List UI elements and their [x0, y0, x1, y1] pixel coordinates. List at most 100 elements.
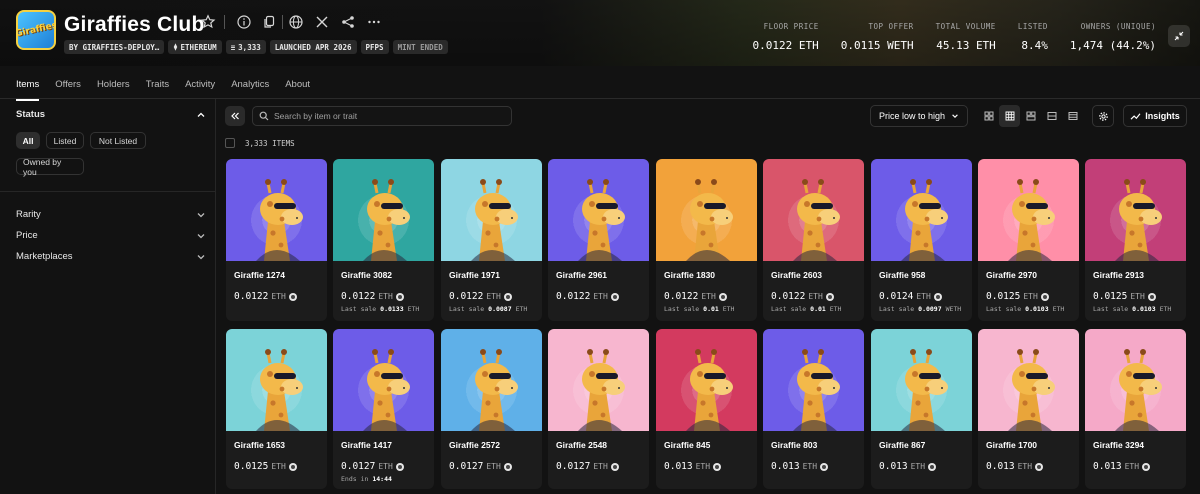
filter-rarity[interactable]: Rarity	[16, 209, 206, 220]
view-list-button[interactable]	[1041, 105, 1062, 127]
nft-image[interactable]	[978, 329, 1079, 431]
status-not-listed-pill[interactable]: Not Listed	[90, 132, 146, 149]
nft-image[interactable]	[978, 159, 1079, 261]
price-value: 0.0122	[341, 291, 376, 302]
status-all-pill[interactable]: All	[16, 132, 40, 149]
search-bar[interactable]	[252, 106, 512, 126]
nft-image[interactable]	[226, 159, 327, 261]
last-sale: Last sale 0.0103 ETH	[986, 305, 1064, 313]
status-owned-pill[interactable]: Owned by you	[16, 157, 84, 177]
search-input[interactable]	[274, 111, 494, 121]
nft-price: 0.0127 ETH	[556, 461, 619, 472]
nft-card[interactable]: Giraffie 1653 0.0125 ETH	[226, 329, 327, 489]
sub-value: 14:44	[372, 475, 392, 483]
nft-image[interactable]	[1085, 159, 1186, 261]
copy-icon[interactable]	[262, 14, 278, 30]
nft-image[interactable]	[656, 329, 757, 431]
nft-image[interactable]	[548, 329, 649, 431]
expand-button[interactable]	[1168, 25, 1190, 47]
filter-marketplaces[interactable]: Marketplaces	[16, 251, 206, 262]
nft-name: Giraffie 803	[771, 440, 818, 450]
nft-card[interactable]: Giraffie 1971 0.0122 ETH Last sale 0.0087 E…	[441, 159, 542, 321]
trend-icon	[1130, 112, 1141, 120]
nft-card[interactable]: Giraffie 867 0.013 ETH	[871, 329, 972, 489]
ethereum-icon: ⧫	[173, 43, 178, 51]
marketplace-icon	[610, 462, 619, 471]
share-icon[interactable]	[340, 14, 356, 30]
nft-name: Giraffie 3294	[1093, 440, 1145, 450]
select-all-checkbox[interactable]	[225, 138, 235, 148]
price-unit: ETH	[378, 292, 393, 301]
more-icon[interactable]	[366, 14, 382, 30]
nft-card[interactable]: Giraffie 3294 0.013 ETH	[1085, 329, 1186, 489]
nft-image[interactable]	[333, 159, 434, 261]
globe-icon[interactable]	[288, 14, 304, 30]
price-value: 0.0125	[234, 461, 269, 472]
nft-card[interactable]: Giraffie 1417 0.0127 ETH Ends in 14:44	[333, 329, 434, 489]
items-count-row: 3,333 ITEMS	[225, 138, 295, 148]
nft-card[interactable]: Giraffie 2913 0.0125 ETH Last sale 0.0103 E…	[1085, 159, 1186, 321]
view-grid-large-button[interactable]	[978, 105, 999, 127]
chevron-up-icon	[197, 112, 205, 117]
nft-price: 0.0122 ETH	[341, 291, 404, 302]
nft-card[interactable]: Giraffie 2603 0.0122 ETH Last sale 0.01 ETH	[763, 159, 864, 321]
price-unit: ETH	[910, 462, 926, 471]
nft-image[interactable]	[441, 329, 542, 431]
nft-name: Giraffie 958	[879, 270, 926, 280]
giraffie-illustration	[793, 349, 840, 431]
nft-card[interactable]: Giraffie 2961 0.0122 ETH	[548, 159, 649, 321]
status-listed-pill[interactable]: Listed	[46, 132, 84, 149]
stack-icon: ≡	[230, 42, 236, 52]
nft-price: 0.0122 ETH	[449, 291, 512, 302]
view-table-button[interactable]	[1062, 105, 1083, 127]
stat-total-volume: TOTAL VOLUME 45.13 ETH	[936, 22, 996, 52]
giraffie-illustration	[363, 349, 410, 431]
nft-image[interactable]	[871, 159, 972, 261]
nft-price: 0.0122 ETH	[664, 291, 727, 302]
auction-countdown: Ends in 14:44	[341, 475, 392, 483]
marketplace-icon	[820, 462, 829, 471]
info-icon[interactable]	[236, 14, 252, 30]
nft-card[interactable]: Giraffie 1274 0.0122 ETH	[226, 159, 327, 321]
stat-value: 1,474 (44.2%)	[1069, 39, 1156, 52]
sub-value: 0.0103	[1025, 305, 1049, 313]
nft-image[interactable]	[763, 329, 864, 431]
nft-card[interactable]: Giraffie 803 0.013 ETH	[763, 329, 864, 489]
giraffie-illustration	[578, 179, 625, 261]
nft-card[interactable]: Giraffie 2548 0.0127 ETH	[548, 329, 649, 489]
x-twitter-icon[interactable]	[314, 14, 330, 30]
nft-image[interactable]	[763, 159, 864, 261]
price-value: 0.0127	[341, 461, 376, 472]
filter-price[interactable]: Price	[16, 230, 206, 241]
nft-image[interactable]	[871, 329, 972, 431]
status-section-header[interactable]: Status	[16, 109, 206, 120]
view-grid-small-button[interactable]	[999, 105, 1020, 127]
nft-image[interactable]	[1085, 329, 1186, 431]
collection-chip[interactable]: BY GIRAFFIES-DEPLOY…	[64, 40, 165, 54]
settings-button[interactable]	[1092, 105, 1114, 127]
nft-image[interactable]	[226, 329, 327, 431]
sort-dropdown[interactable]: Price low to high	[870, 105, 968, 127]
giraffie-illustration	[363, 179, 410, 261]
price-value: 0.0127	[556, 461, 591, 472]
sidebar-divider	[0, 191, 216, 192]
nft-image[interactable]	[441, 159, 542, 261]
collapse-sidebar-button[interactable]	[225, 106, 245, 126]
nft-name: Giraffie 2961	[556, 270, 608, 280]
nft-card[interactable]: Giraffie 845 0.013 ETH	[656, 329, 757, 489]
sub-label: Last sale	[341, 305, 377, 313]
nft-image[interactable]	[656, 159, 757, 261]
status-label: Status	[16, 109, 46, 120]
nft-card[interactable]: Giraffie 958 0.0124 ETH Last sale 0.0097 WE…	[871, 159, 972, 321]
nft-image[interactable]	[548, 159, 649, 261]
nft-card[interactable]: Giraffie 2572 0.0127 ETH	[441, 329, 542, 489]
nft-card[interactable]: Giraffie 3082 0.0122 ETH Last sale 0.0133 E…	[333, 159, 434, 321]
price-value: 0.0122	[771, 291, 806, 302]
insights-button[interactable]: Insights	[1123, 105, 1187, 127]
star-icon[interactable]	[200, 14, 216, 30]
nft-image[interactable]	[333, 329, 434, 431]
view-grid-compact-button[interactable]	[1020, 105, 1041, 127]
nft-card[interactable]: Giraffie 2970 0.0125 ETH Last sale 0.0103 E…	[978, 159, 1079, 321]
nft-card[interactable]: Giraffie 1700 0.013 ETH	[978, 329, 1079, 489]
nft-card[interactable]: Giraffie 1830 0.0122 ETH Last sale 0.01 ETH	[656, 159, 757, 321]
